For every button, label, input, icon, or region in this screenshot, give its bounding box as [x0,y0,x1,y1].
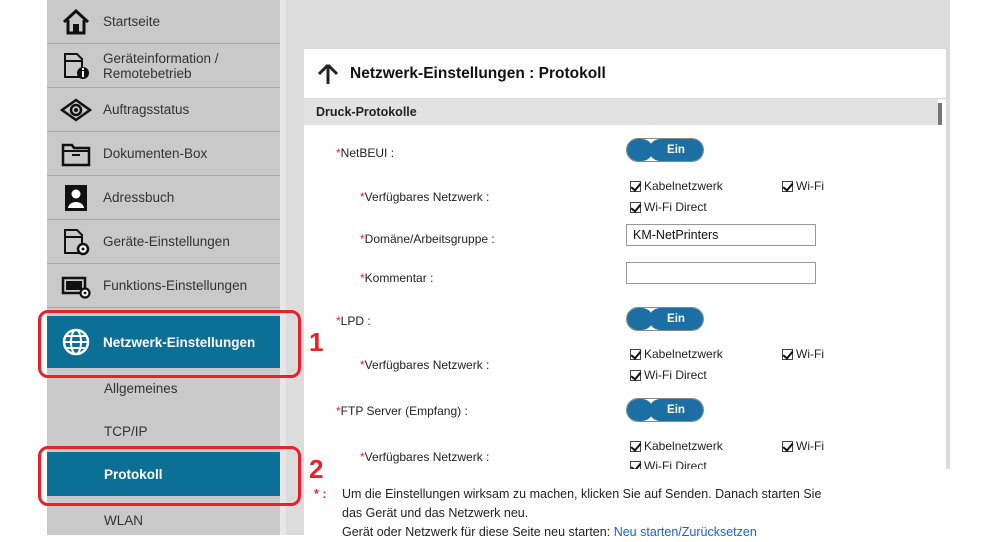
main-panel: Netzwerk-Einstellungen : Protokoll Druck… [286,0,964,539]
checkbox-checked [630,201,641,213]
sidebar-item-device-settings[interactable]: Geräte-Einstellungen [47,220,280,264]
sidebar-subitem-label: TCP/IP [104,423,148,439]
netbeui-wifi-checkbox[interactable]: Wi-Fi [782,179,824,193]
folder-icon [55,137,97,171]
ftp-toggle[interactable]: Ein [626,398,704,422]
address-book-icon [55,181,97,215]
sidebar-item-label: Dokumenten-Box [103,146,208,161]
sidebar-item-label: Startseite [103,14,161,29]
eye-icon [55,93,97,127]
netbeui-toggle[interactable]: Ein [626,138,704,162]
callout-number-2: 2 [309,454,324,484]
sidebar-item-label: Geräteinformation / Remotebetrieb [103,50,219,81]
lpd-wired-checkbox[interactable]: Kabelnetzwerk [630,347,723,361]
checkbox-checked [630,440,641,452]
footer-marker: * : [314,485,327,503]
restart-reset-link[interactable]: Neu starten/Zurücksetzen [614,525,757,539]
home-icon [55,5,97,39]
sidebar-item-label: Auftragsstatus [103,102,190,117]
footer-marker-text: * : [314,487,327,501]
network1-label: *Verfügbares Netzwerk : [360,190,489,204]
checkbox-checked [782,180,793,192]
domain-label: *Domäne/Arbeitsgruppe : [360,232,495,246]
domain-label-text: Domäne/Arbeitsgruppe : [364,232,495,246]
footer-line1: Um die Einstellungen wirksam zu machen, … [342,487,822,501]
footer-line2: das Gerät und das Netzwerk neu. [342,506,529,520]
lpd-label: *LPD : [336,314,371,328]
checkbox-label: Kabelnetzwerk [644,179,723,193]
checkbox-checked [782,348,793,360]
footer-line3: Gerät oder Netzwerk für diese Seite neu … [342,523,757,541]
toggle-state: Ein [649,399,703,421]
sidebar-item-address-book[interactable]: Adressbuch [47,176,280,220]
callout-box-2 [38,446,301,506]
footer-note: * : Um die Einstellungen wirksam zu mach… [304,469,964,539]
lpd-toggle[interactable]: Ein [626,307,704,331]
checkbox-checked [630,369,641,381]
network2-label-text: Verfügbares Netzwerk : [364,358,490,372]
comment-input[interactable] [626,262,816,284]
ftp-label-text: FTP Server (Empfang) : [340,404,468,418]
checkbox-label: Wi-Fi Direct [644,200,707,214]
checkbox-label: Wi-Fi Direct [644,368,707,382]
sidebar-subitem-label: Allgemeines [104,380,178,396]
network2-label: *Verfügbares Netzwerk : [360,358,489,372]
netbeui-label-text: NetBEUI : [340,146,395,160]
ftp-label: *FTP Server (Empfang) : [336,404,468,418]
checkbox-checked [630,348,641,360]
network3-label-text: Verfügbares Netzwerk : [364,450,490,464]
domain-input[interactable] [626,224,816,246]
checkbox-checked [782,440,793,452]
device-settings-icon [55,225,97,259]
netbeui-wifidirect-checkbox[interactable]: Wi-Fi Direct [630,200,707,214]
checkbox-label: Kabelnetzwerk [644,439,723,453]
callout-box-1 [38,310,301,378]
toggle-state: Ein [649,139,703,161]
comment-label: *Kommentar : [360,271,433,285]
sidebar-item-startseite[interactable]: Startseite [47,0,280,44]
ftp-wifi-checkbox[interactable]: Wi-Fi [782,439,824,453]
sidebar-item-label: Geräte-Einstellungen [103,234,230,249]
settings-card: Netzwerk-Einstellungen : Protokoll Druck… [304,49,946,473]
network3-label: *Verfügbares Netzwerk : [360,450,489,464]
sidebar-item-document-box[interactable]: Dokumenten-Box [47,132,280,176]
sidebar-item-label: Adressbuch [103,190,175,205]
network1-label-text: Verfügbares Netzwerk : [364,190,490,204]
lpd-label-text: LPD : [340,314,371,328]
toggle-state: Ein [649,308,703,330]
checkbox-label: Wi-Fi [796,439,824,453]
footer-line3-text: Gerät oder Netzwerk für diese Seite neu … [342,525,611,539]
device-info-icon [55,49,97,83]
lpd-wifidirect-checkbox[interactable]: Wi-Fi Direct [630,368,707,382]
page-header: Netzwerk-Einstellungen : Protokoll [304,49,946,99]
section-heading: Druck-Protokolle [304,99,938,125]
netbeui-wired-checkbox[interactable]: Kabelnetzwerk [630,179,723,193]
sidebar-item-label: Funktions-Einstellungen [103,278,248,293]
checkbox-label: Wi-Fi [796,179,824,193]
sidebar-item-function-settings[interactable]: Funktions-Einstellungen [47,264,280,308]
checkbox-label: Wi-Fi [796,347,824,361]
comment-label-text: Kommentar : [364,271,434,285]
scrollbar[interactable] [938,103,942,125]
ftp-wired-checkbox[interactable]: Kabelnetzwerk [630,439,723,453]
arrow-up-icon[interactable] [316,62,340,86]
checkbox-label: Kabelnetzwerk [644,347,723,361]
netbeui-label: *NetBEUI : [336,146,394,160]
checkbox-checked [630,180,641,192]
sidebar-item-device-info[interactable]: Geräteinformation / Remotebetrieb [47,44,280,88]
sidebar-item-job-status[interactable]: Auftragsstatus [47,88,280,132]
callout-number-1: 1 [309,327,324,357]
page-title: Netzwerk-Einstellungen : Protokoll [350,64,606,82]
lpd-wifi-checkbox[interactable]: Wi-Fi [782,347,824,361]
function-settings-icon [55,269,97,303]
sidebar-subitem-label: WLAN [104,512,144,528]
